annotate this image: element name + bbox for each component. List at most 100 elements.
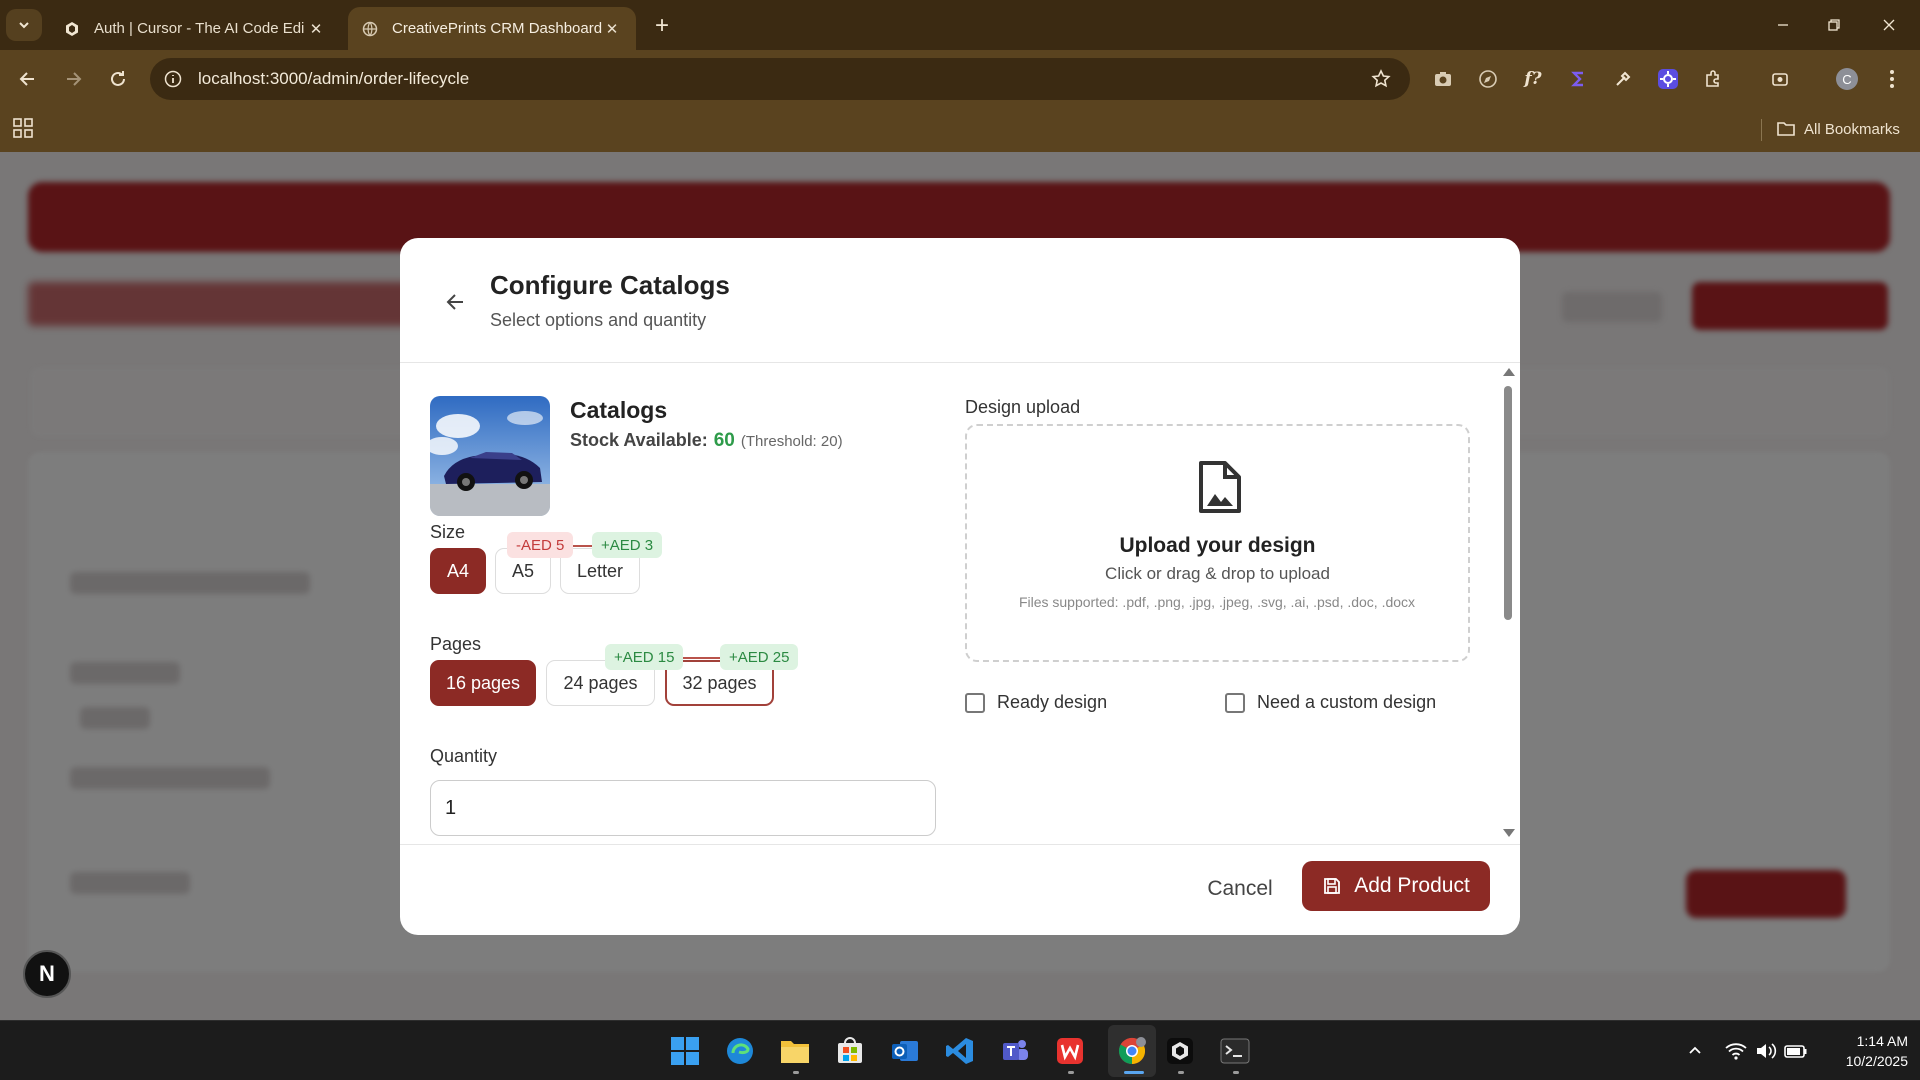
price-badge-a5: -AED 5 xyxy=(507,532,574,558)
product-image xyxy=(430,396,550,516)
s-extension-icon[interactable] xyxy=(1563,64,1593,94)
bookmark-star-icon[interactable] xyxy=(1366,64,1396,94)
wps-office-icon[interactable] xyxy=(1051,1032,1089,1070)
scroll-thumb[interactable] xyxy=(1504,386,1512,620)
back-button[interactable] xyxy=(12,63,44,95)
scroll-down-arrow-icon[interactable] xyxy=(1503,829,1515,837)
close-icon[interactable]: ✕ xyxy=(306,19,326,39)
dev-tools-badge[interactable]: N xyxy=(23,950,71,998)
cursor-icon xyxy=(64,21,80,37)
stock-threshold: (Threshold: 20) xyxy=(740,433,843,450)
extensions-puzzle-icon[interactable] xyxy=(1698,64,1728,94)
quantity-input[interactable]: 1 xyxy=(430,780,936,836)
site-info-icon[interactable] xyxy=(162,68,184,90)
running-indicator xyxy=(1068,1071,1074,1074)
add-product-label: Add Product xyxy=(1354,874,1470,897)
address-bar[interactable]: localhost:3000/admin/order-lifecycle xyxy=(150,58,1410,100)
globe-icon xyxy=(362,21,378,37)
close-icon[interactable]: ✕ xyxy=(602,19,622,39)
teams-icon[interactable] xyxy=(996,1032,1034,1070)
modal-footer: Cancel Add Product xyxy=(400,844,1520,935)
running-indicator xyxy=(1178,1071,1184,1074)
pages-option-16[interactable]: 16 pages xyxy=(430,660,536,706)
bookmarks-bar: All Bookmarks xyxy=(0,107,1920,152)
quantity-label: Quantity xyxy=(430,746,498,766)
price-badge-32-pages: +AED 25 xyxy=(720,644,799,670)
scroll-up-arrow-icon[interactable] xyxy=(1503,368,1515,376)
design-dropzone[interactable]: Upload your design Click or drag & drop … xyxy=(965,424,1470,662)
camera-extension-icon[interactable] xyxy=(1428,64,1458,94)
size-label: Size xyxy=(430,522,466,542)
chevron-down-icon xyxy=(19,22,29,29)
chevron-up-icon[interactable] xyxy=(1683,1039,1707,1063)
profile-initial: C xyxy=(1842,71,1852,87)
profile-avatar[interactable]: C xyxy=(1832,64,1862,94)
file-upload-icon xyxy=(1197,460,1243,514)
tab-cursor-auth[interactable]: Auth | Cursor - The AI Code Edi ✕ xyxy=(50,7,340,50)
apps-grid-icon[interactable] xyxy=(12,117,36,141)
arrow-left-icon xyxy=(19,72,34,86)
restore-button[interactable] xyxy=(1807,0,1861,50)
compass-extension-icon[interactable] xyxy=(1473,64,1503,94)
bookmarks-divider xyxy=(1761,119,1762,141)
custom-design-option[interactable]: Need a custom design xyxy=(1225,692,1436,713)
gear-extension-icon[interactable] xyxy=(1653,64,1683,94)
modal-header: Configure Catalogs Select options and qu… xyxy=(400,238,1520,363)
custom-design-checkbox[interactable] xyxy=(1225,692,1245,713)
all-bookmarks-button[interactable]: All Bookmarks xyxy=(1776,117,1900,141)
cancel-button[interactable]: Cancel xyxy=(1180,865,1300,913)
screenshot-icon[interactable] xyxy=(1765,64,1795,94)
upload-title: Upload your design xyxy=(1119,534,1316,557)
modal-subtitle: Select options and quantity xyxy=(490,310,707,330)
forward-button[interactable] xyxy=(57,63,89,95)
eyedropper-extension-icon[interactable] xyxy=(1608,64,1638,94)
formula-extension-icon[interactable]: f? xyxy=(1518,64,1548,94)
ready-design-option[interactable]: Ready design xyxy=(965,692,1107,713)
upload-subtitle: Click or drag & drop to upload xyxy=(1105,564,1330,583)
volume-icon[interactable] xyxy=(1754,1039,1778,1063)
menu-kebab-icon[interactable] xyxy=(1877,64,1907,94)
reload-button[interactable] xyxy=(102,63,134,95)
tab-title: CreativePrints CRM Dashboard xyxy=(392,20,602,37)
edge-icon[interactable] xyxy=(721,1032,759,1070)
microsoft-store-icon[interactable] xyxy=(831,1032,869,1070)
clock-time: 1:14 AM xyxy=(1856,1033,1908,1049)
battery-icon[interactable] xyxy=(1784,1039,1808,1063)
wifi-icon[interactable] xyxy=(1724,1039,1748,1063)
product-name: Catalogs xyxy=(570,397,668,423)
clock-date: 10/2/2025 xyxy=(1845,1053,1908,1069)
chrome-icon[interactable] xyxy=(1113,1032,1151,1070)
price-badge-24-pages: +AED 15 xyxy=(605,644,684,670)
cursor-app-icon[interactable] xyxy=(1161,1032,1199,1070)
folder-icon xyxy=(1777,122,1795,136)
vscode-icon[interactable] xyxy=(941,1032,979,1070)
size-option-a4[interactable]: A4 xyxy=(430,548,486,594)
close-window-button[interactable] xyxy=(1862,0,1916,50)
tab-search-button[interactable] xyxy=(6,9,42,41)
stock-value: 60 xyxy=(713,430,735,451)
active-indicator xyxy=(1124,1071,1144,1074)
running-indicator xyxy=(793,1071,799,1074)
ready-design-checkbox[interactable] xyxy=(965,692,985,713)
modal-title: Configure Catalogs xyxy=(490,270,730,300)
terminal-icon[interactable] xyxy=(1216,1032,1254,1070)
minimize-icon xyxy=(1778,24,1788,26)
modal-back-button[interactable] xyxy=(440,286,472,318)
windows-start-icon[interactable] xyxy=(666,1032,704,1070)
add-product-button[interactable]: Add Product xyxy=(1302,861,1490,911)
stock-info: Stock Available: 60 (Threshold: 20) xyxy=(570,430,843,452)
new-tab-button[interactable]: + xyxy=(648,12,676,40)
tab-crm-dashboard[interactable]: CreativePrints CRM Dashboard ✕ xyxy=(348,7,636,50)
ready-design-label: Ready design xyxy=(997,692,1108,712)
reload-icon xyxy=(111,71,125,86)
file-explorer-icon[interactable] xyxy=(776,1032,814,1070)
all-bookmarks-label: All Bookmarks xyxy=(1804,120,1900,138)
pages-label: Pages xyxy=(430,634,482,654)
modal-scrollbar[interactable] xyxy=(1500,364,1516,844)
url-text[interactable]: localhost:3000/admin/order-lifecycle xyxy=(198,69,1366,89)
outlook-icon[interactable] xyxy=(886,1032,924,1070)
close-icon xyxy=(1883,19,1895,31)
supported-files-text: Files supported: .pdf, .png, .jpg, .jpeg… xyxy=(1018,594,1416,610)
minimize-button[interactable] xyxy=(1756,0,1810,50)
system-clock[interactable]: 1:14 AM 10/2/2025 xyxy=(1818,1031,1908,1071)
